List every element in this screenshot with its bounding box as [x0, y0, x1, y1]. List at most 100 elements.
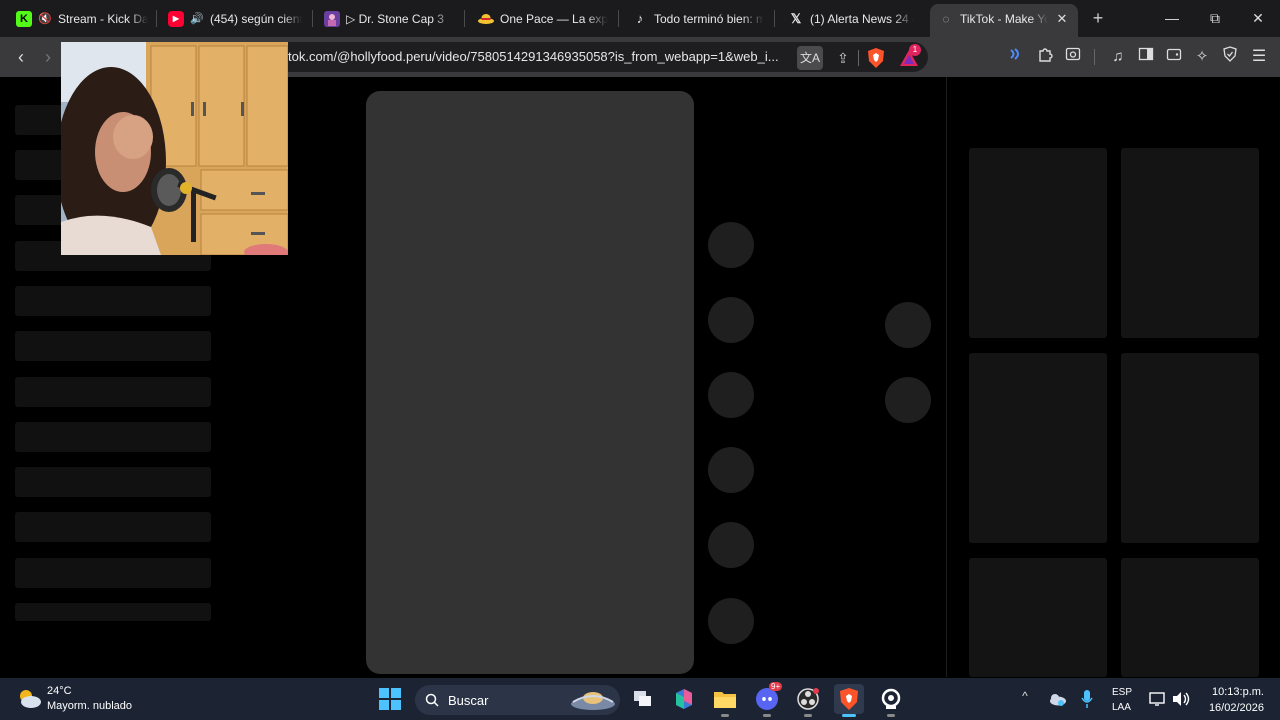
url-divider: [858, 50, 859, 66]
tab-dr-stone[interactable]: ▷ Dr. Stone Cap 3 【F: [316, 4, 462, 33]
new-tab-button[interactable]: +: [1088, 8, 1108, 28]
tab-tiktok-1[interactable]: ♪ Todo terminó bien: m: [624, 4, 772, 33]
nav-skeleton-item: [15, 512, 211, 542]
action-button-skeleton: [708, 297, 754, 343]
menu-icon[interactable]: ☰: [1248, 46, 1270, 68]
action-button-skeleton: [708, 447, 754, 493]
back-button[interactable]: ‹: [10, 46, 32, 68]
brave-shield-icon[interactable]: [866, 47, 886, 69]
weather-temperature[interactable]: 24°C: [47, 685, 72, 697]
tab-x-alerta[interactable]: 𝕏 (1) Alerta News 24 on X: [780, 4, 922, 33]
clock-date[interactable]: 16/02/2026: [1202, 702, 1264, 714]
media-music-icon[interactable]: ♫: [1107, 46, 1129, 68]
video-grid-skeleton: [1121, 558, 1259, 677]
running-indicator: [804, 714, 812, 717]
nav-skeleton-item: [15, 558, 211, 588]
sidebar-toggle-icon[interactable]: [1135, 46, 1157, 68]
tab-title: (454) según científicos: [210, 11, 302, 26]
tab-separator: [618, 10, 619, 27]
loading-spinner-icon: ◌: [942, 11, 950, 26]
video-grid-skeleton: [1121, 353, 1259, 543]
window-close-button[interactable]: ✕: [1248, 8, 1268, 28]
tab-kick[interactable]: K 🔇 Stream - Kick Dashboard: [8, 4, 156, 33]
tab-separator: [312, 10, 313, 27]
minimize-button[interactable]: —: [1162, 8, 1182, 28]
speaker-icon[interactable]: 🔊: [190, 12, 204, 25]
weather-description[interactable]: Mayorm. nublado: [47, 700, 132, 712]
camera-app-icon[interactable]: [876, 684, 906, 717]
running-indicator: [763, 714, 771, 717]
leo-ai-icon[interactable]: ✧: [1191, 46, 1213, 68]
nav-arrow-skeleton: [885, 302, 931, 348]
tab-title: ▷ Dr. Stone Cap 3 【F: [346, 12, 454, 26]
forward-button[interactable]: ›: [37, 46, 59, 68]
nav-skeleton-item: [15, 377, 211, 407]
tab-title: One Pace — La experiencia: [500, 11, 608, 26]
tray-overflow-chevron-icon[interactable]: ^: [1017, 689, 1033, 707]
tab-close-icon[interactable]: ✕: [1054, 11, 1070, 27]
nav-skeleton-item: [15, 422, 211, 452]
nav-skeleton-item: [15, 603, 211, 621]
tab-search-icon[interactable]: [1062, 46, 1084, 68]
tab-one-pace[interactable]: One Pace — La experiencia: [470, 4, 616, 33]
search-highlight-icon: [571, 692, 615, 710]
video-grid-skeleton: [1121, 148, 1259, 338]
muted-speaker-icon[interactable]: 🔇: [38, 12, 52, 25]
nav-skeleton-item: [15, 286, 211, 316]
nav-skeleton-item: [15, 467, 211, 497]
vpn-shield-icon[interactable]: [1219, 46, 1241, 68]
content-divider: [946, 77, 947, 677]
running-indicator: [887, 714, 895, 717]
kick-icon: K: [16, 10, 32, 27]
action-button-skeleton: [708, 598, 754, 644]
tab-tiktok-active[interactable]: ◌ TikTok - Make Your Day ✕: [930, 4, 1078, 37]
nav-arrow-skeleton: [885, 377, 931, 423]
webcam-overlay: [61, 42, 288, 255]
taskbar-search[interactable]: Buscar: [415, 685, 620, 715]
onedrive-icon[interactable]: [1042, 684, 1072, 714]
url-text[interactable]: tok.com/@hollyfood.peru/video/7580514291…: [288, 49, 788, 64]
obs-studio-icon[interactable]: [793, 684, 823, 717]
brave-browser-icon[interactable]: [834, 684, 864, 717]
volume-icon[interactable]: [1166, 684, 1196, 714]
tab-youtube[interactable]: ▶ 🔊 (454) según científicos: [160, 4, 310, 33]
action-button-skeleton: [708, 222, 754, 268]
tiktok-icon: ♪: [636, 11, 644, 26]
weather-cloudy-icon[interactable]: [16, 686, 42, 710]
action-button-skeleton: [708, 522, 754, 568]
share-icon[interactable]: ⇪: [832, 46, 854, 70]
video-player-placeholder[interactable]: [366, 91, 694, 674]
microphone-icon[interactable]: [1072, 684, 1102, 714]
keyboard-layout[interactable]: LAA: [1112, 702, 1131, 713]
clock-time[interactable]: 10:13:p.m.: [1202, 686, 1264, 698]
extensions-icon[interactable]: [1034, 46, 1056, 68]
tab-strip: K 🔇 Stream - Kick Dashboard ▶ 🔊 (454) se…: [0, 0, 1280, 37]
tab-separator: [464, 10, 465, 27]
discord-icon[interactable]: 9+: [752, 682, 783, 717]
x-icon: 𝕏: [790, 10, 802, 26]
search-icon: [425, 693, 439, 707]
windows-taskbar: 24°C Mayorm. nublado Buscar 9+ ^ ESP LAA…: [0, 678, 1280, 720]
tab-separator: [156, 10, 157, 27]
wallet-connect-icon[interactable]: [1005, 46, 1027, 68]
video-grid-skeleton: [969, 353, 1107, 543]
tab-separator: [774, 10, 775, 27]
microsoft-365-icon[interactable]: [669, 684, 699, 714]
tab-title: Todo terminó bien: m: [654, 11, 764, 26]
rewards-badge: 1: [909, 44, 921, 56]
input-language[interactable]: ESP: [1112, 687, 1132, 698]
action-button-skeleton: [708, 372, 754, 418]
translate-icon[interactable]: 文A: [797, 46, 823, 70]
wallet-icon[interactable]: [1163, 46, 1185, 68]
straw-hat-icon: [478, 11, 494, 27]
anime-site-icon: [324, 10, 340, 27]
start-button[interactable]: [375, 684, 405, 714]
tab-title: (1) Alerta News 24 on X: [810, 11, 914, 26]
restore-button[interactable]: ⧉: [1205, 8, 1225, 28]
discord-badge: 9+: [769, 682, 783, 691]
toolbar-divider: [1094, 49, 1095, 65]
file-explorer-icon[interactable]: [710, 684, 740, 717]
video-grid-skeleton: [969, 148, 1107, 338]
youtube-icon: ▶: [168, 10, 184, 27]
task-view-icon[interactable]: [628, 684, 658, 714]
